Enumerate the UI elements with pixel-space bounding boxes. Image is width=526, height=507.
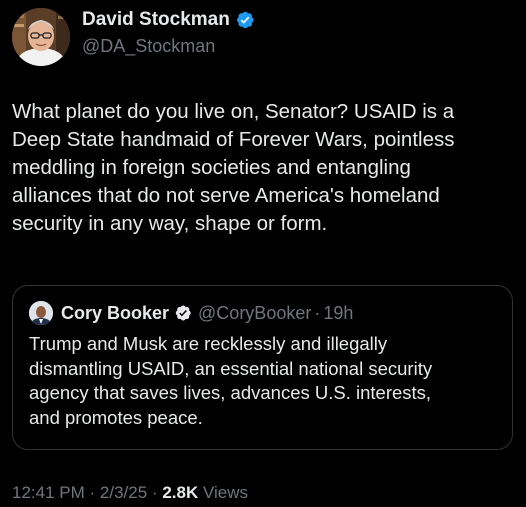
verified-badge-icon — [236, 11, 254, 29]
verified-badge-icon — [175, 305, 191, 321]
quoted-author-handle[interactable]: @CoryBooker — [198, 303, 311, 324]
quoted-author-avatar[interactable] — [29, 301, 53, 325]
quoted-author-name[interactable]: Cory Booker — [61, 303, 169, 324]
quoted-tweet-header: Cory Booker @CoryBooker · 19h — [29, 300, 353, 326]
author-name[interactable]: David Stockman — [82, 9, 230, 31]
tweet-date[interactable]: 2/3/25 — [100, 483, 147, 502]
quoted-tweet-text: Trump and Musk are recklessly and illega… — [29, 333, 433, 428]
author-handle[interactable]: @DA_Stockman — [82, 36, 215, 57]
separator-dot: · — [314, 302, 321, 323]
views-label: Views — [202, 483, 249, 502]
separator-dot: · — [151, 483, 158, 502]
separator-dot: · — [89, 483, 96, 502]
quoted-tweet-time[interactable]: 19h — [323, 303, 353, 324]
tweet-time[interactable]: 12:41 PM — [12, 483, 85, 502]
tweet-text: What planet do you live on, Senator? USA… — [12, 100, 455, 235]
quoted-tweet-card[interactable]: Cory Booker @CoryBooker · 19h Trump and … — [12, 285, 513, 450]
author-name-row[interactable]: David Stockman — [82, 9, 255, 31]
tweet-meta: 12:41 PM · 2/3/25 · 2.8K Views — [12, 483, 248, 503]
views-count: 2.8K — [162, 483, 199, 502]
tweet: David Stockman @DA_Stockman What planet … — [0, 0, 526, 507]
author-avatar[interactable] — [12, 8, 70, 66]
